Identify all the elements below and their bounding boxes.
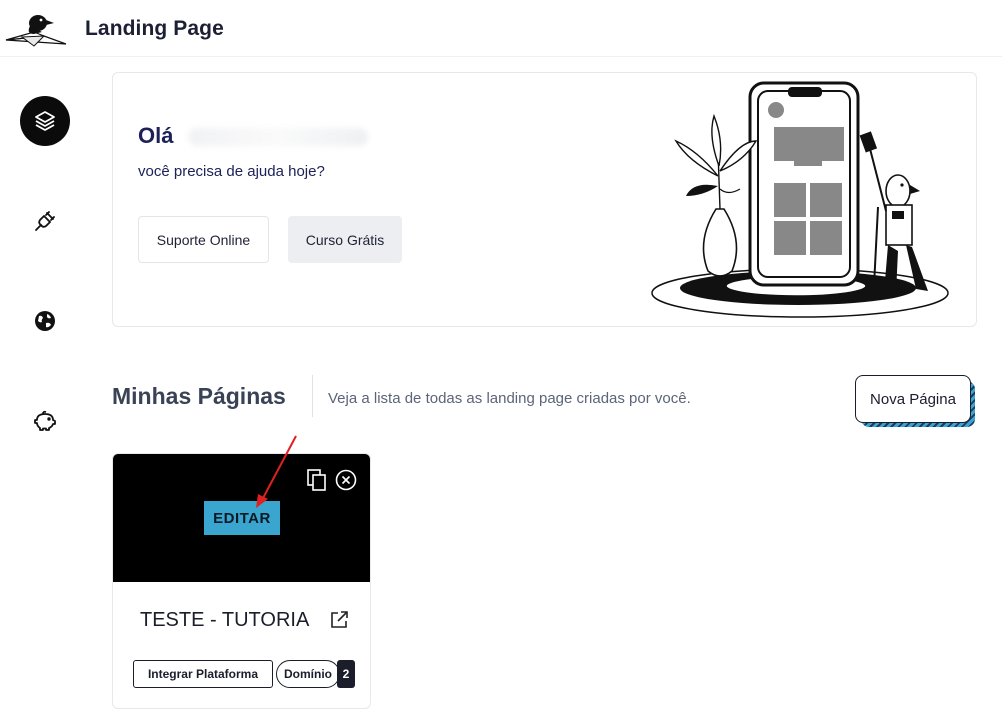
page-preview: EDITAR (113, 454, 370, 582)
globe-icon (35, 311, 55, 331)
app-title: Landing Page (85, 17, 224, 40)
close-circle-icon[interactable] (335, 469, 357, 491)
paper-plane-bird-logo[interactable] (4, 10, 68, 48)
section-divider (312, 375, 313, 417)
sidebar-item-finance[interactable] (20, 396, 70, 446)
new-page-button[interactable]: Nova Página (855, 375, 971, 423)
sidebar-item-domains[interactable] (20, 296, 70, 346)
help-question: você precisa de ajuda hoje? (138, 163, 325, 180)
new-page-button-wrap: Nova Página (855, 375, 975, 427)
domain-button[interactable]: Domínio (276, 660, 340, 688)
welcome-card: Olá você precisa de ajuda hoje? Suporte … (112, 72, 977, 327)
edit-button[interactable]: EDITAR (204, 501, 280, 535)
external-link-icon[interactable] (329, 610, 349, 630)
support-online-button[interactable]: Suporte Online (138, 216, 269, 263)
integrate-platform-button[interactable]: Integrar Plataforma (133, 660, 273, 688)
plug-icon (35, 211, 55, 231)
copy-icon[interactable] (307, 469, 327, 491)
phone-illustration (651, 81, 949, 318)
free-course-button[interactable]: Curso Grátis (288, 216, 402, 263)
layers-icon (35, 111, 55, 131)
blurred-username (188, 128, 368, 146)
sidebar-item-layers[interactable] (20, 96, 70, 146)
piggy-bank-icon (34, 410, 56, 431)
section-description: Veja a lista de todas as landing page cr… (328, 390, 691, 407)
landing-page-card: EDITAR TESTE - TUTORIAL Integrar Platafo… (112, 453, 371, 709)
page-name: TESTE - TUTORIAL (140, 609, 310, 631)
domain-count-badge: 2 (337, 660, 355, 688)
sidebar-item-integrations[interactable] (20, 196, 70, 246)
greeting: Olá (138, 123, 174, 148)
top-bar: Landing Page (0, 0, 1002, 56)
section-title: Minhas Páginas (112, 383, 286, 409)
